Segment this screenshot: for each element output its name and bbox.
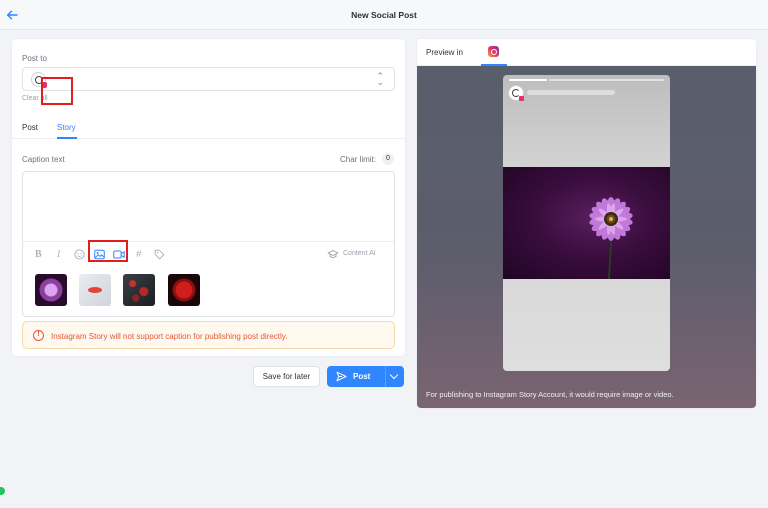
instagram-badge-icon — [519, 96, 524, 101]
char-count-badge: 0 — [382, 153, 394, 165]
story-image-purple-daisy — [503, 167, 670, 279]
purple-daisy-illustration — [589, 197, 633, 279]
preview-in-label: Preview in — [426, 48, 463, 57]
post-button[interactable]: Post — [327, 366, 404, 387]
preview-panel: Preview in For publishing to Instagram S… — [417, 39, 756, 408]
select-caret-icon: ⌃ ⌄ — [376, 71, 384, 87]
emoji-icon[interactable] — [74, 249, 85, 260]
tab-post[interactable]: Post — [22, 123, 38, 132]
preview-header: Preview in — [417, 39, 756, 66]
content-ai-icon — [327, 250, 339, 258]
media-thumbnail-red-object[interactable] — [79, 274, 111, 306]
account-select[interactable]: ⌃ ⌄ — [22, 67, 395, 91]
post-button-label: Post — [353, 372, 371, 381]
content-ai-button[interactable]: Content AI — [327, 250, 376, 258]
preview-requirement-note: For publishing to Instagram Story Accoun… — [426, 390, 674, 399]
page-title: New Social Post — [351, 10, 417, 20]
story-progress-active — [509, 79, 547, 81]
hashtag-button[interactable]: # — [136, 249, 142, 261]
caption-label: Caption text — [22, 155, 65, 164]
highlight-media-buttons — [88, 240, 128, 262]
story-account-name-placeholder — [527, 90, 615, 95]
caption-input[interactable] — [23, 172, 394, 240]
post-options-chevron-icon[interactable] — [385, 366, 404, 387]
editor-toolbar: B I # Content AI — [23, 241, 394, 267]
send-icon — [336, 371, 347, 382]
content-ai-label: Content AI — [343, 250, 376, 257]
post-to-label: Post to — [22, 54, 47, 63]
char-limit-label: Char limit: — [340, 155, 377, 164]
caption-editor: B I # Content AI — [22, 171, 395, 317]
tag-icon[interactable] — [154, 249, 165, 260]
post-type-tabs: Post Story — [12, 115, 405, 139]
italic-button[interactable]: I — [57, 249, 60, 261]
preview-tab-instagram[interactable] — [481, 41, 507, 66]
media-thumbnail-purple-daisy[interactable] — [35, 274, 67, 306]
warning-icon: ! — [33, 330, 44, 341]
media-thumbnail-red-leaf[interactable] — [168, 274, 200, 306]
highlight-story-tab — [41, 77, 73, 105]
story-caption-warning: ! Instagram Story will not support capti… — [22, 321, 395, 349]
preview-canvas: For publishing to Instagram Story Accoun… — [417, 66, 756, 408]
active-tab-indicator — [57, 137, 77, 139]
story-preview-frame — [503, 75, 670, 371]
tab-story[interactable]: Story — [57, 123, 76, 132]
top-bar: New Social Post — [0, 0, 768, 30]
story-progress-remaining — [549, 79, 664, 81]
instagram-icon — [488, 46, 499, 57]
story-account-avatar — [508, 85, 524, 101]
bold-button[interactable]: B — [35, 249, 42, 261]
status-indicator — [0, 487, 5, 495]
warning-text: Instagram Story will not support caption… — [51, 332, 288, 341]
media-thumbnail-red-leaves[interactable] — [123, 274, 155, 306]
save-for-later-button[interactable]: Save for later — [253, 366, 320, 387]
